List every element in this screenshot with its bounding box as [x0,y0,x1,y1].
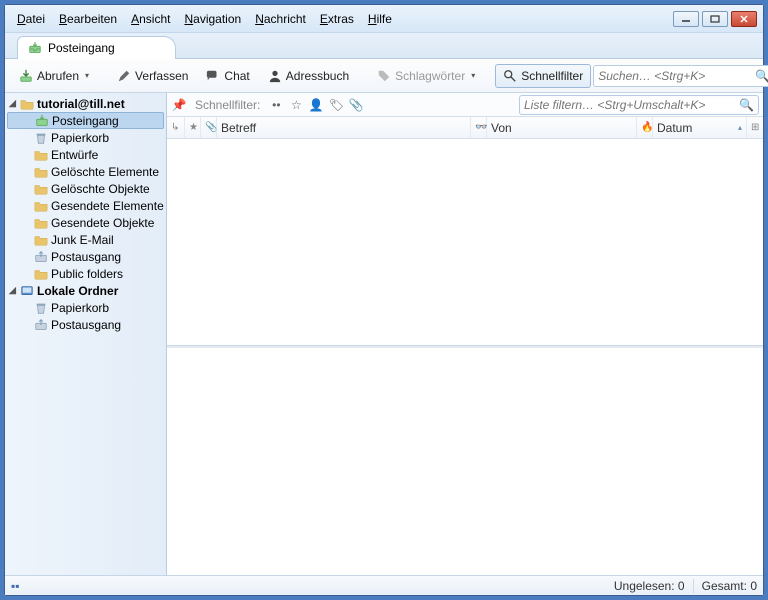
tree-folder-0[interactable]: Posteingang [7,112,164,129]
star-filter-icon[interactable]: ☆ [288,98,304,112]
tree-folder-2[interactable]: Entwürfe [5,146,166,163]
filter-list-input[interactable]: 🔍 [519,95,759,115]
quickfilter-button[interactable]: Schnellfilter [495,64,591,88]
quickfilter-label: Schnellfilter: [195,98,260,112]
tree-folder-6[interactable]: Gesendete Objekte [5,214,166,231]
tree-folder-4[interactable]: Gelöschte Objekte [5,180,166,197]
menu-datei[interactable]: Datei [11,9,51,29]
tab-label: Posteingang [48,41,115,55]
pin-icon[interactable]: 📌 [171,98,187,112]
column-headers: ↳ ★ 📎 Betreff 👓 Von 🔥 Datum▴ ⊞ [167,117,763,139]
tree-local[interactable]: ◢Lokale Ordner [5,282,166,299]
junk-column[interactable]: 🔥 [637,117,653,138]
search-input[interactable]: 🔍 [593,65,768,87]
person-icon [268,69,282,83]
local-icon [19,284,35,298]
unread-filter-icon[interactable]: •• [268,98,284,112]
tree-folder-9[interactable]: Public folders [5,265,166,282]
thread-icon: ↳ [171,122,179,133]
menu-navigation[interactable]: Navigation [178,9,247,29]
search-icon [503,69,517,83]
column-picker[interactable]: ⊞ [747,117,763,138]
tag-filter-icon[interactable]: 🏷 [328,98,344,112]
star-icon: ★ [189,122,198,133]
from-column[interactable]: Von [487,117,637,138]
statusbar: ▪▪ Ungelesen: 0 Gesamt: 0 [5,575,763,595]
addressbook-button[interactable]: Adressbuch [260,64,357,88]
activity-icon[interactable]: ▪▪ [11,579,20,593]
folder-icon [33,182,49,196]
tags-button: Schlagwörter ▾ [369,64,483,88]
tree-folder-7[interactable]: Junk E-Mail [5,231,166,248]
inbox-icon [28,41,42,55]
folder-icon [33,216,49,230]
chat-button[interactable]: Chat [198,64,257,88]
folder-icon [33,233,49,247]
tree-local-folder-1[interactable]: Postausgang [5,316,166,333]
maximize-button[interactable] [702,11,728,27]
total-label: Gesamt: [702,579,747,593]
download-icon [19,69,33,83]
pencil-icon [117,69,131,83]
folder-icon [33,165,49,179]
message-list[interactable] [167,139,763,346]
message-preview [167,348,763,575]
account-icon [19,97,35,111]
thread-column[interactable]: ↳ [167,117,185,138]
chat-icon [206,69,220,83]
date-column[interactable]: Datum▴ [653,117,747,138]
close-button[interactable] [731,11,757,27]
trash-icon [33,301,49,315]
folder-tree: ◢tutorial@till.netPosteingangPapierkorbE… [5,93,167,575]
toolbar: Abrufen ▾ Verfassen Chat Adressbuch Schl… [5,59,763,93]
tree-folder-3[interactable]: Gelöschte Elemente [5,163,166,180]
compose-button[interactable]: Verfassen [109,64,196,88]
attachment-column[interactable]: 📎 [201,117,217,138]
menu-bearbeiten[interactable]: Bearbeiten [53,9,123,29]
search-icon[interactable]: 🔍 [755,69,768,83]
trash-icon [33,131,49,145]
tree-folder-5[interactable]: Gesendete Elemente [5,197,166,214]
menubar: DateiBearbeitenAnsichtNavigationNachrich… [11,9,673,29]
tree-folder-1[interactable]: Papierkorb [5,129,166,146]
read-column[interactable]: 👓 [471,117,487,138]
subject-column[interactable]: Betreff [217,117,471,138]
menu-nachricht[interactable]: Nachricht [249,9,312,29]
titlebar: DateiBearbeitenAnsichtNavigationNachrich… [5,5,763,33]
chevron-down-icon: ▾ [85,71,89,80]
attachment-filter-icon[interactable]: 📎 [348,98,364,112]
menu-hilfe[interactable]: Hilfe [362,9,398,29]
folder-icon [33,267,49,281]
total-value: 0 [750,579,757,593]
search-icon[interactable]: 🔍 [739,98,754,112]
quickfilter-bar: 📌 Schnellfilter: •• ☆ 👤 🏷 📎 🔍 [167,93,763,117]
outbox-icon [33,318,49,332]
outbox-icon [33,250,49,264]
tree-account[interactable]: ◢tutorial@till.net [5,95,166,112]
tag-icon [377,69,391,83]
unread-value: 0 [678,579,685,593]
attachment-icon: 📎 [205,122,217,133]
menu-ansicht[interactable]: Ansicht [125,9,176,29]
minimize-button[interactable] [673,11,699,27]
tree-local-folder-0[interactable]: Papierkorb [5,299,166,316]
tab-inbox[interactable]: Posteingang [17,36,176,59]
contact-filter-icon[interactable]: 👤 [308,98,324,112]
star-column[interactable]: ★ [185,117,201,138]
tree-folder-8[interactable]: Postausgang [5,248,166,265]
menu-extras[interactable]: Extras [314,9,360,29]
sort-asc-icon: ▴ [738,123,742,132]
folder-icon [33,199,49,213]
tab-row: Posteingang [5,33,763,59]
folder-icon [33,148,49,162]
inbox-icon [34,114,50,128]
fetch-button[interactable]: Abrufen ▾ [11,64,97,88]
unread-label: Ungelesen: [614,579,675,593]
